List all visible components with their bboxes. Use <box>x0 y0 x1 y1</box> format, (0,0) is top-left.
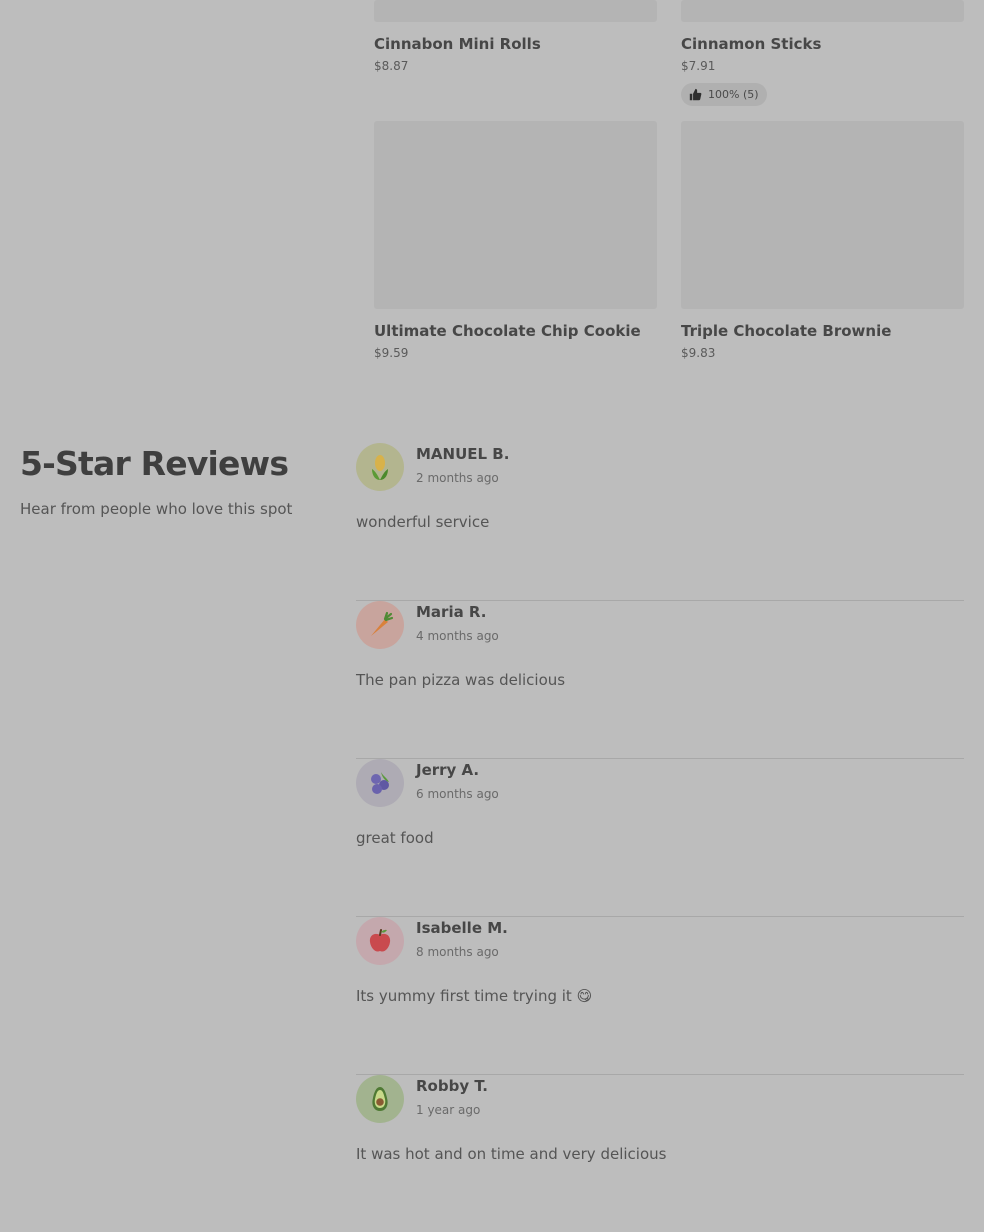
review-date: 4 months ago <box>416 629 499 643</box>
corn-icon <box>372 455 388 480</box>
review-text: It was hot and on time and very deliciou… <box>356 1145 667 1163</box>
reviewer-name: Maria R. <box>416 603 487 621</box>
avatar <box>356 917 404 965</box>
review-item: MANUEL B. 2 months ago wonderful service <box>356 443 964 601</box>
review-item: Robby T. 1 year ago It was hot and on ti… <box>356 1075 964 1232</box>
reviews-header: 5-Star Reviews Hear from people who love… <box>20 444 292 518</box>
product-name: Cinnamon Sticks <box>681 35 822 53</box>
blueberry-icon <box>371 772 389 794</box>
rating-badge: 100% (5) <box>681 83 767 106</box>
avatar <box>356 601 404 649</box>
product-image[interactable] <box>374 121 657 309</box>
reviewer-name: Jerry A. <box>416 761 480 779</box>
product-card-cinnamon-sticks[interactable]: Cinnamon Sticks $7.91 100% (5) <box>681 0 964 106</box>
apple-icon <box>369 929 391 952</box>
product-card-cinnabon-mini-rolls[interactable]: Cinnabon Mini Rolls $8.87 <box>374 0 657 73</box>
product-card-ultimate-chocolate-chip-cookie[interactable]: Ultimate Chocolate Chip Cookie $9.59 <box>374 121 657 360</box>
review-date: 1 year ago <box>416 1103 481 1117</box>
avatar <box>356 443 404 491</box>
reviews-subtitle: Hear from people who love this spot <box>20 500 293 518</box>
product-image[interactable] <box>374 0 657 22</box>
avatar <box>356 759 404 807</box>
thumbs-up-icon <box>689 88 702 101</box>
review-date: 2 months ago <box>416 471 499 485</box>
review-date: 6 months ago <box>416 787 499 801</box>
carrot-icon <box>371 611 394 636</box>
rating-text: 100% (5) <box>708 88 759 101</box>
product-price: $9.83 <box>681 346 716 360</box>
review-text: The pan pizza was delicious <box>356 671 566 689</box>
reviewer-name: Isabelle M. <box>416 919 508 937</box>
product-image[interactable] <box>681 0 964 22</box>
avocado-icon <box>372 1087 388 1111</box>
review-text: wonderful service <box>356 513 490 531</box>
product-price: $7.91 <box>681 59 716 73</box>
review-text: Its yummy first time trying it 😋 <box>356 987 593 1005</box>
review-text: great food <box>356 829 434 847</box>
review-item: Jerry A. 6 months ago great food <box>356 759 964 917</box>
product-name: Cinnabon Mini Rolls <box>374 35 541 53</box>
review-list: MANUEL B. 2 months ago wonderful service… <box>356 443 964 1232</box>
review-item: Isabelle M. 8 months ago Its yummy first… <box>356 917 964 1075</box>
reviewer-name: Robby T. <box>416 1077 488 1095</box>
product-name: Ultimate Chocolate Chip Cookie <box>374 322 641 340</box>
product-price: $9.59 <box>374 346 409 360</box>
product-card-triple-chocolate-brownie[interactable]: Triple Chocolate Brownie $9.83 <box>681 121 964 360</box>
review-date: 8 months ago <box>416 945 499 959</box>
avatar <box>356 1075 404 1123</box>
review-item: Maria R. 4 months ago The pan pizza was … <box>356 601 964 759</box>
product-image[interactable] <box>681 121 964 309</box>
product-price: $8.87 <box>374 59 409 73</box>
reviews-title: 5-Star Reviews <box>20 444 289 483</box>
reviewer-name: MANUEL B. <box>416 445 510 463</box>
product-name: Triple Chocolate Brownie <box>681 322 892 340</box>
